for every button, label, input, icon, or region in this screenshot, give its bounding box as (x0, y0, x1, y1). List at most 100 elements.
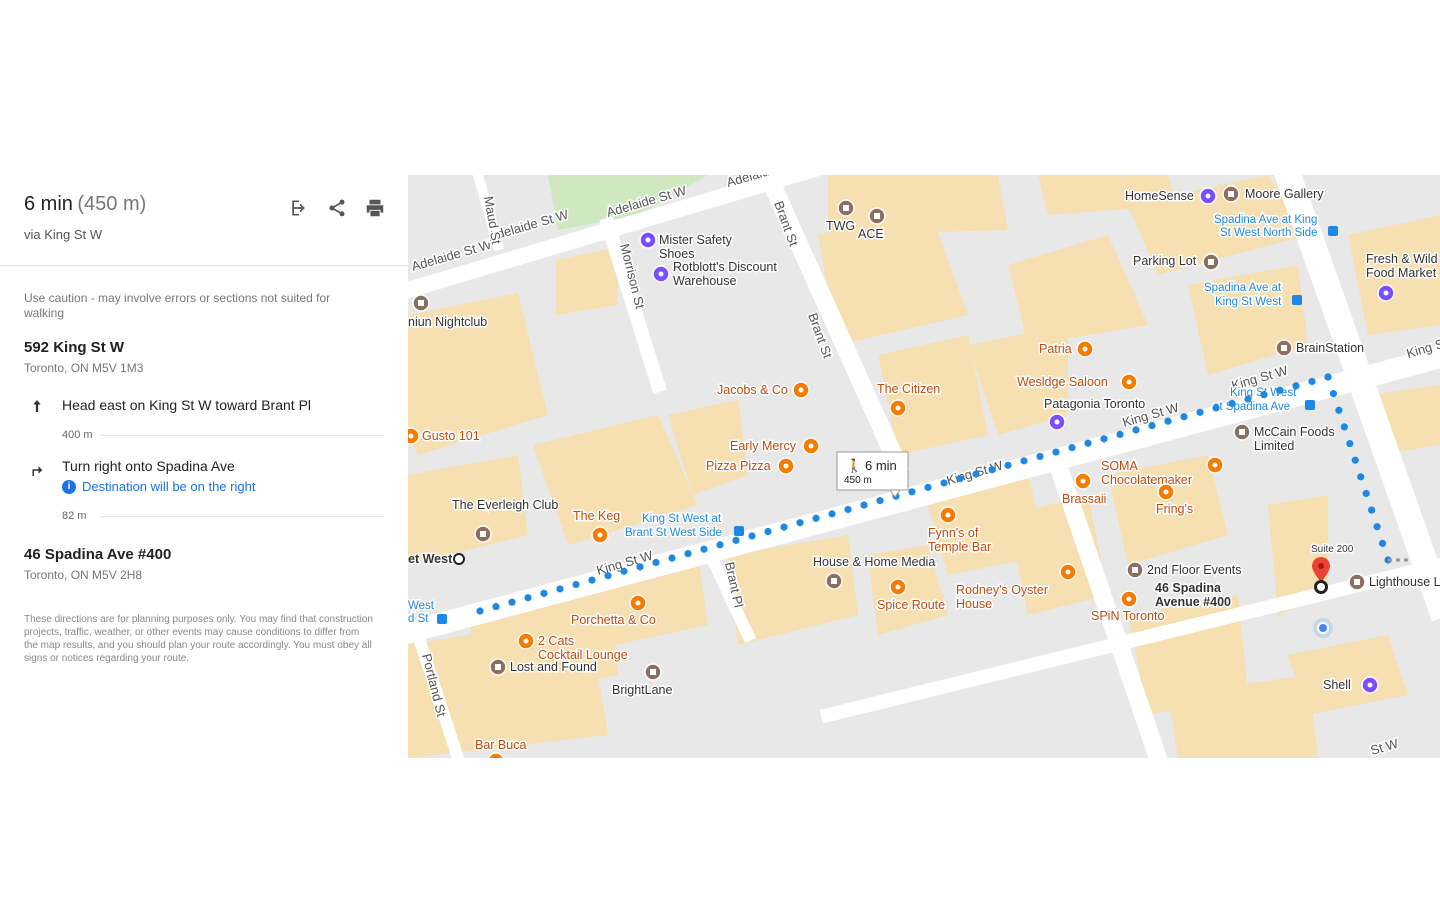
poi-pizza-pizza[interactable]: Pizza Pizza (705, 457, 795, 475)
poi-early-mercy[interactable]: Early Mercy (729, 437, 820, 455)
route-dot (1292, 382, 1300, 390)
route-dot (748, 532, 756, 540)
poi-label: Shoes (659, 247, 694, 261)
bus-stop-icon[interactable] (1305, 400, 1315, 410)
share-icon[interactable] (324, 195, 350, 221)
poi-label: The Keg (573, 509, 620, 523)
poi-46-spadina-avenue-400[interactable]: 46 SpadinaAvenue #400 (1154, 580, 1233, 611)
route-dot (1036, 452, 1044, 461)
transit-stop-label: at Spadina Ave (1213, 401, 1290, 413)
poi-homesense[interactable]: HomeSense (1124, 187, 1217, 205)
walking-person-icon: 🚶 (846, 458, 862, 473)
poi-label: Brassaii (1062, 492, 1106, 506)
transit-stop-label: St West North Side (1220, 227, 1318, 239)
step-2-instruction: Turn right onto Spadina Ave (62, 458, 235, 474)
transit-stop-label: West (408, 600, 435, 612)
route-dot (828, 510, 836, 518)
route-dot (524, 594, 532, 602)
route-dot (1260, 391, 1268, 399)
exit-to-app-icon[interactable] (286, 195, 312, 221)
origin-ring-icon[interactable] (453, 553, 465, 565)
route-dot (636, 563, 644, 571)
map-view[interactable]: Adelaide St WAdelaide St WAdelaide St WA… (408, 175, 1440, 758)
route-dot (620, 567, 628, 575)
poi-label: Parking Lot (1133, 254, 1197, 268)
poi-label: Fring's (1156, 502, 1193, 516)
print-icon[interactable] (362, 195, 388, 221)
poi-parking-lot[interactable]: Parking Lot (1132, 253, 1220, 271)
bus-stop-icon[interactable] (1292, 295, 1302, 305)
poi-label: Shell (1323, 678, 1351, 692)
step-2-distance: 82 m (62, 510, 87, 522)
origin-address: 592 King St W (24, 339, 125, 356)
step-divider (100, 516, 384, 517)
destination-side-note: i Destination will be on the right (62, 479, 255, 494)
poi-label: Avenue #400 (1155, 595, 1231, 609)
marker-glyph (418, 300, 424, 306)
my-location-dot (1317, 622, 1329, 634)
poi-label: Patagonia Toronto (1044, 397, 1145, 411)
route-dot (1068, 444, 1076, 452)
poi-label: 46 Spadina (1155, 581, 1222, 595)
route-dot (1378, 539, 1387, 547)
poi-lighthouse-l[interactable]: Lighthouse L (1348, 573, 1440, 591)
marker-glyph (1281, 345, 1287, 351)
route-dot (732, 536, 740, 544)
poi-suite-200[interactable]: Suite 200 (1310, 543, 1356, 557)
poi-label: Fynn's of (928, 526, 979, 540)
route-dot (796, 519, 804, 527)
map-canvas[interactable]: Adelaide St WAdelaide St WAdelaide St WA… (408, 175, 1440, 758)
bus-stop-icon[interactable] (734, 526, 744, 536)
route-dot (1228, 399, 1236, 408)
transit-stop-label: Spadina Ave at King (1214, 214, 1317, 226)
poi-label: Early Mercy (730, 439, 797, 453)
arrow-up-icon (33, 400, 41, 412)
route-callout-time: 6 min (865, 458, 897, 473)
transit-stop-label: King St West (1215, 296, 1282, 308)
marker-glyph (597, 532, 603, 538)
route-dot (988, 466, 996, 474)
marker-glyph (1163, 489, 1169, 495)
marker-glyph (650, 669, 656, 675)
marker-glyph (1367, 682, 1373, 688)
destination-city: Toronto, ON M5V 2H8 (24, 568, 143, 582)
route-dot (1180, 413, 1188, 421)
poi-label: TWG (826, 219, 855, 233)
route-callout[interactable]: 🚶 6 min 450 m (836, 451, 909, 498)
bus-stop-icon[interactable] (1328, 226, 1338, 236)
poi-label: BrainStation (1296, 341, 1364, 355)
route-dot (1212, 404, 1220, 412)
marker-glyph (1208, 259, 1214, 265)
poi-patria[interactable]: Patria (1038, 340, 1094, 358)
planning-disclaimer: These directions are for planning purpos… (24, 614, 373, 664)
route-dot (572, 580, 580, 589)
route-dot (476, 607, 484, 615)
marker-glyph (895, 405, 901, 411)
poi-shell[interactable]: Shell (1322, 676, 1379, 694)
route-dot (956, 474, 964, 483)
poi-label: Spice Route (877, 598, 945, 612)
marker-glyph (1132, 567, 1138, 573)
route-callout-distance: 450 m (844, 475, 872, 486)
bus-stop-icon[interactable] (437, 614, 447, 624)
route-dot (1329, 390, 1338, 398)
marker-glyph (1354, 579, 1360, 585)
pin-dot (1318, 563, 1324, 569)
marker-glyph (783, 463, 789, 469)
route-dot (780, 523, 788, 531)
caution-note: Use caution - may involve errors or sect… (24, 291, 331, 320)
poi-label: Fresh & Wild (1366, 252, 1438, 266)
route-dot (1004, 461, 1012, 469)
marker-glyph (658, 271, 664, 277)
marker-glyph (945, 512, 951, 518)
poi-label: Gusto 101 (422, 429, 480, 443)
poi-label: Rotblott's Discount (673, 260, 777, 274)
poi-label: Wesldge Saloon (1017, 375, 1108, 389)
poi-jacobs-co[interactable]: Jacobs & Co (716, 381, 810, 399)
poi-brainstation[interactable]: BrainStation (1275, 339, 1366, 357)
route-dot (908, 488, 916, 496)
marker-glyph (635, 600, 641, 606)
marker-glyph (1228, 191, 1234, 197)
poi-et-west[interactable]: et West (408, 551, 455, 568)
marker-glyph (1212, 462, 1218, 468)
